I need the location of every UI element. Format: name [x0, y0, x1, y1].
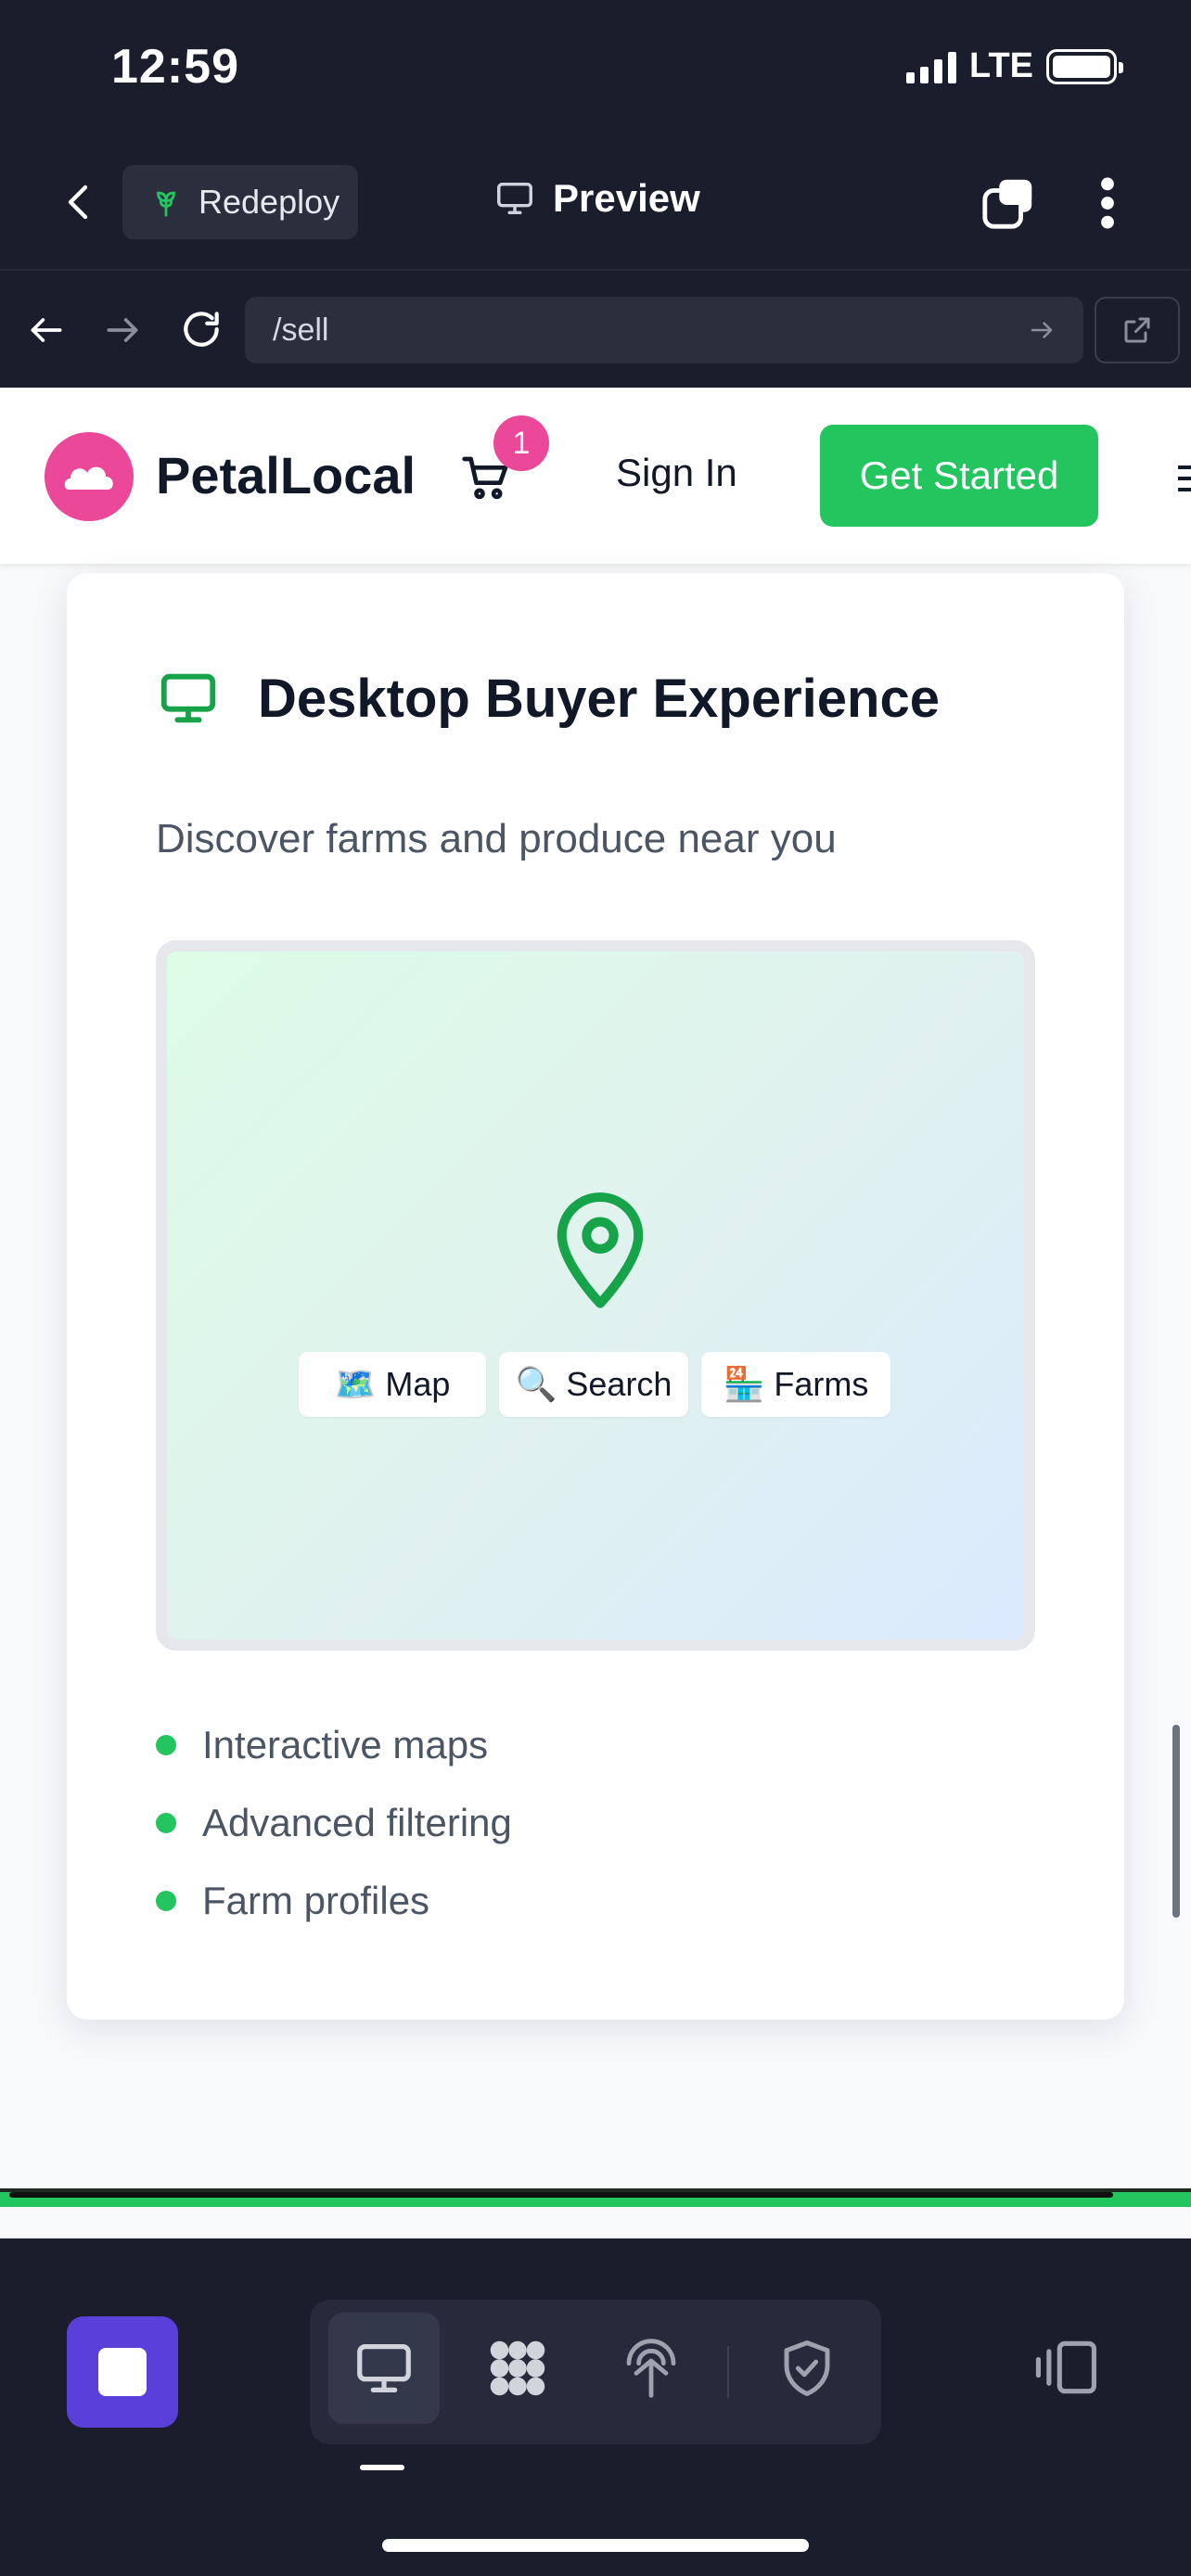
monitor-icon	[357, 2344, 411, 2392]
radar-icon	[626, 2339, 676, 2398]
feature-card: Desktop Buyer Experience Discover farms …	[67, 573, 1124, 2020]
open-external-button[interactable]	[1095, 297, 1180, 363]
bullet-dot	[156, 1735, 176, 1755]
status-bar: 12:59 LTE	[0, 0, 1191, 139]
map-pin-icon	[557, 1192, 644, 1308]
stop-button[interactable]	[67, 2316, 178, 2428]
side-panel-icon[interactable]	[1028, 2335, 1102, 2400]
back-icon[interactable]	[58, 180, 102, 224]
store-icon: 🏪	[723, 1365, 765, 1403]
view-switcher	[310, 2300, 881, 2444]
site-header: PetalLocal 1 Sign In Get Started	[0, 388, 1191, 564]
toolbar-divider	[727, 2346, 729, 2398]
search-icon: 🔍	[515, 1365, 557, 1403]
shield-check-icon	[784, 2340, 830, 2396]
load-progress-bar	[0, 2188, 1191, 2207]
card-title: Desktop Buyer Experience	[258, 668, 940, 729]
feature-text: Advanced filtering	[202, 1801, 512, 1844]
feature-pills: 🗺️ Map 🔍 Search 🏪 Farms	[299, 1352, 890, 1417]
pill-label: Search	[566, 1365, 672, 1403]
flower-logo-icon	[64, 466, 113, 490]
app-bar: Redeploy Preview	[0, 139, 1191, 271]
external-link-icon	[1124, 317, 1150, 343]
pill-search: 🔍 Search	[499, 1352, 688, 1417]
cart-count-badge: 1	[493, 415, 549, 471]
list-item: Farm profiles	[156, 1862, 512, 1940]
browser-bar: /sell	[0, 271, 1191, 388]
bullet-dot	[156, 1891, 176, 1911]
pill-map: 🗺️ Map	[299, 1352, 486, 1417]
sign-in-link[interactable]: Sign In	[616, 451, 737, 495]
card-header: Desktop Buyer Experience	[156, 666, 940, 731]
map-icon: 🗺️	[334, 1365, 377, 1403]
battery-icon	[1046, 48, 1123, 84]
bullet-dot	[156, 1813, 176, 1833]
arrow-left-icon[interactable]	[26, 310, 67, 351]
more-vertical-icon[interactable]	[1091, 174, 1124, 232]
pill-label: Farms	[774, 1365, 869, 1403]
desktop-preview-frame: 🗺️ Map 🔍 Search 🏪 Farms	[156, 940, 1035, 1651]
list-item: Interactive maps	[156, 1706, 512, 1784]
home-indicator	[382, 2539, 809, 2552]
security-tool-button[interactable]	[751, 2313, 863, 2424]
url-text[interactable]: /sell	[273, 312, 1028, 349]
network-label: LTE	[969, 46, 1033, 85]
dots-grid-icon	[490, 2340, 545, 2396]
status-time: 12:59	[111, 40, 239, 94]
card-subtitle: Discover farms and produce near you	[156, 816, 837, 861]
monitor-icon	[497, 182, 532, 215]
status-indicators: LTE	[906, 46, 1123, 86]
preview-title: Preview	[493, 176, 700, 221]
monitor-icon	[160, 673, 216, 723]
tabs-icon[interactable]	[980, 174, 1037, 232]
feature-list: Interactive maps Advanced filtering Farm…	[156, 1706, 512, 1940]
brand-logo[interactable]	[45, 432, 134, 521]
sprout-icon	[157, 191, 175, 217]
list-item: Advanced filtering	[156, 1784, 512, 1862]
workflow-tool-button[interactable]	[462, 2313, 573, 2424]
active-tab-indicator	[360, 2465, 404, 2470]
preview-tool-button[interactable]	[328, 2313, 440, 2424]
scrollbar-thumb[interactable]	[1172, 1725, 1180, 1918]
bottom-toolbar	[0, 2238, 1191, 2576]
get-started-button[interactable]: Get Started	[820, 425, 1098, 527]
stop-icon	[98, 2348, 147, 2396]
pill-label: Map	[385, 1365, 451, 1403]
brand-name[interactable]: PetalLocal	[156, 445, 416, 505]
signal-icon	[906, 50, 957, 83]
reload-icon[interactable]	[178, 306, 224, 352]
url-bar[interactable]: /sell	[245, 297, 1083, 363]
feature-text: Interactive maps	[202, 1723, 489, 1766]
deploy-tool-button[interactable]	[596, 2313, 707, 2424]
menu-icon[interactable]	[1178, 465, 1191, 499]
feature-text: Farm profiles	[202, 1879, 430, 1922]
web-content: PetalLocal 1 Sign In Get Started Desktop…	[0, 388, 1191, 2238]
redeploy-label: Redeploy	[198, 183, 340, 221]
redeploy-button[interactable]: Redeploy	[122, 165, 358, 239]
pill-farms: 🏪 Farms	[701, 1352, 890, 1417]
preview-label: Preview	[553, 176, 700, 220]
go-arrow-icon[interactable]	[1028, 316, 1056, 344]
arrow-right-icon[interactable]	[102, 310, 143, 351]
